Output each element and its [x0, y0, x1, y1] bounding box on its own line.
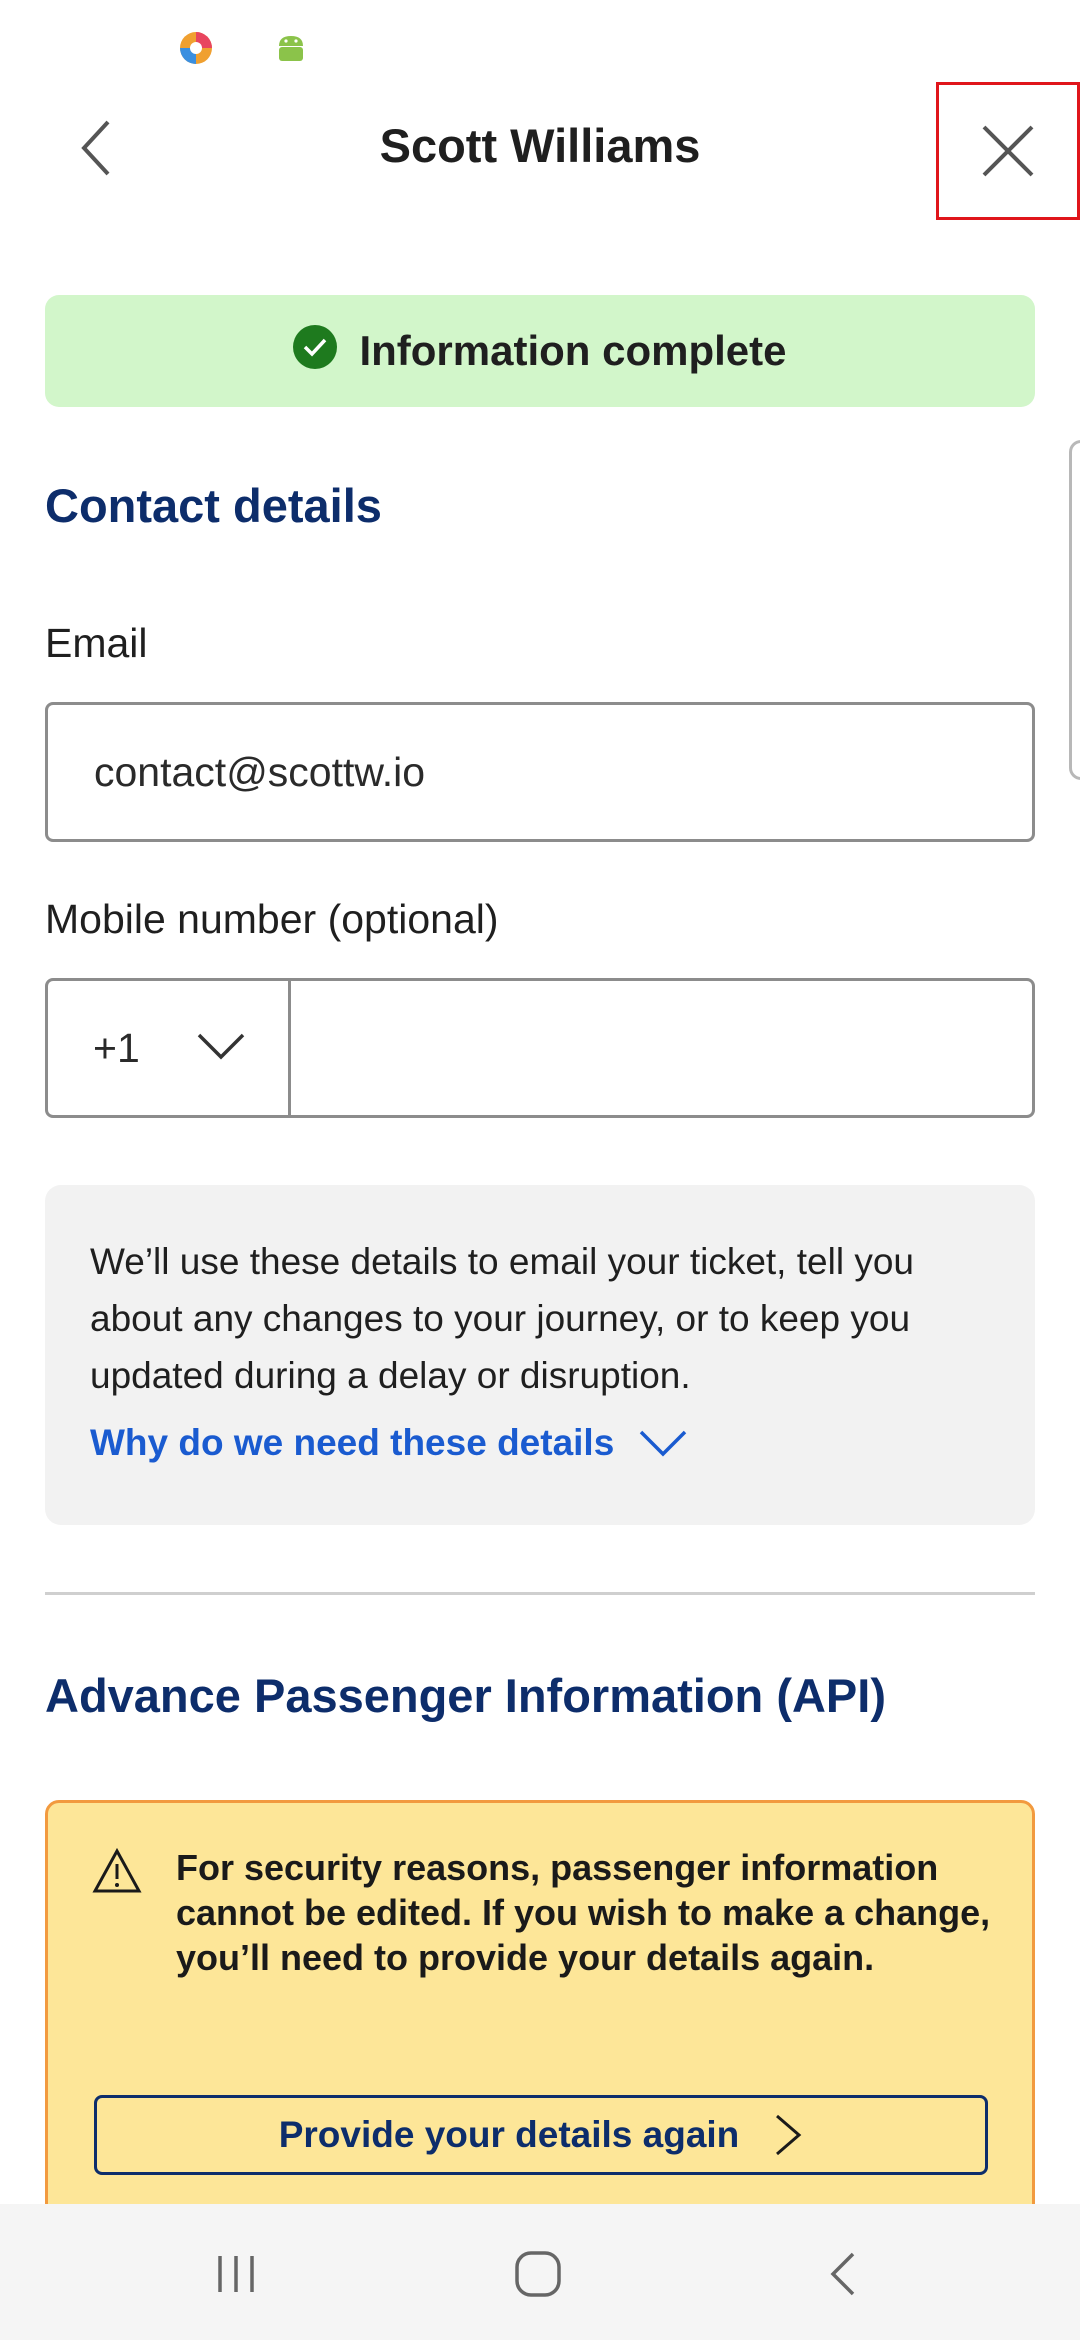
chevron-down-icon [197, 1033, 245, 1060]
api-warning-text: For security reasons, passenger informat… [176, 1847, 991, 1978]
page-title: Scott Williams [379, 119, 701, 172]
recent-apps-icon [218, 2256, 254, 2292]
email-label: Email [45, 620, 148, 666]
why-details-link[interactable]: Why do we need these details [90, 1422, 991, 1464]
warning-icon [92, 1848, 142, 1893]
email-value: contact@scottw.io [94, 748, 426, 795]
api-warning-box: For security reasons, passenger informat… [45, 1800, 1035, 2260]
scroll-indicator[interactable] [1069, 440, 1080, 780]
status-banner: Information complete [45, 295, 1035, 407]
check-circle-icon [293, 325, 338, 369]
provide-details-again-button[interactable]: Provide your details again [94, 2095, 988, 2175]
system-back-button[interactable] [802, 2242, 882, 2306]
close-icon [982, 125, 1034, 177]
api-heading: Advance Passenger Information (API) [45, 1669, 886, 1722]
close-button[interactable] [936, 82, 1080, 220]
android-icon [279, 36, 303, 61]
mobile-number-row: +1 [45, 978, 1035, 1118]
home-button[interactable] [498, 2242, 578, 2306]
app-notification-icon [180, 32, 212, 64]
mobile-number-input[interactable] [291, 981, 1032, 1115]
chevron-left-icon [830, 2252, 855, 2296]
chevron-down-icon [640, 1430, 687, 1457]
chevron-right-icon [776, 2114, 802, 2156]
contact-info-box: We’ll use these details to email your ti… [45, 1185, 1035, 1525]
provide-details-again-label: Provide your details again [278, 2114, 740, 2155]
home-icon [515, 2251, 561, 2297]
country-code-select[interactable]: +1 [48, 981, 291, 1115]
recent-apps-button[interactable] [196, 2242, 276, 2306]
contact-info-text: We’ll use these details to email your ti… [90, 1241, 914, 1396]
email-field[interactable]: contact@scottw.io [45, 702, 1035, 842]
mobile-label: Mobile number (optional) [45, 896, 499, 942]
section-divider [45, 1592, 1035, 1595]
country-code-value: +1 [93, 1024, 140, 1071]
header: Scott Williams [0, 80, 1080, 220]
status-banner-text: Information complete [359, 327, 787, 374]
why-details-link-label: Why do we need these details [90, 1422, 615, 1463]
contact-details-heading: Contact details [45, 479, 382, 532]
status-bar [0, 0, 1080, 80]
system-nav-bar [0, 2204, 1080, 2340]
